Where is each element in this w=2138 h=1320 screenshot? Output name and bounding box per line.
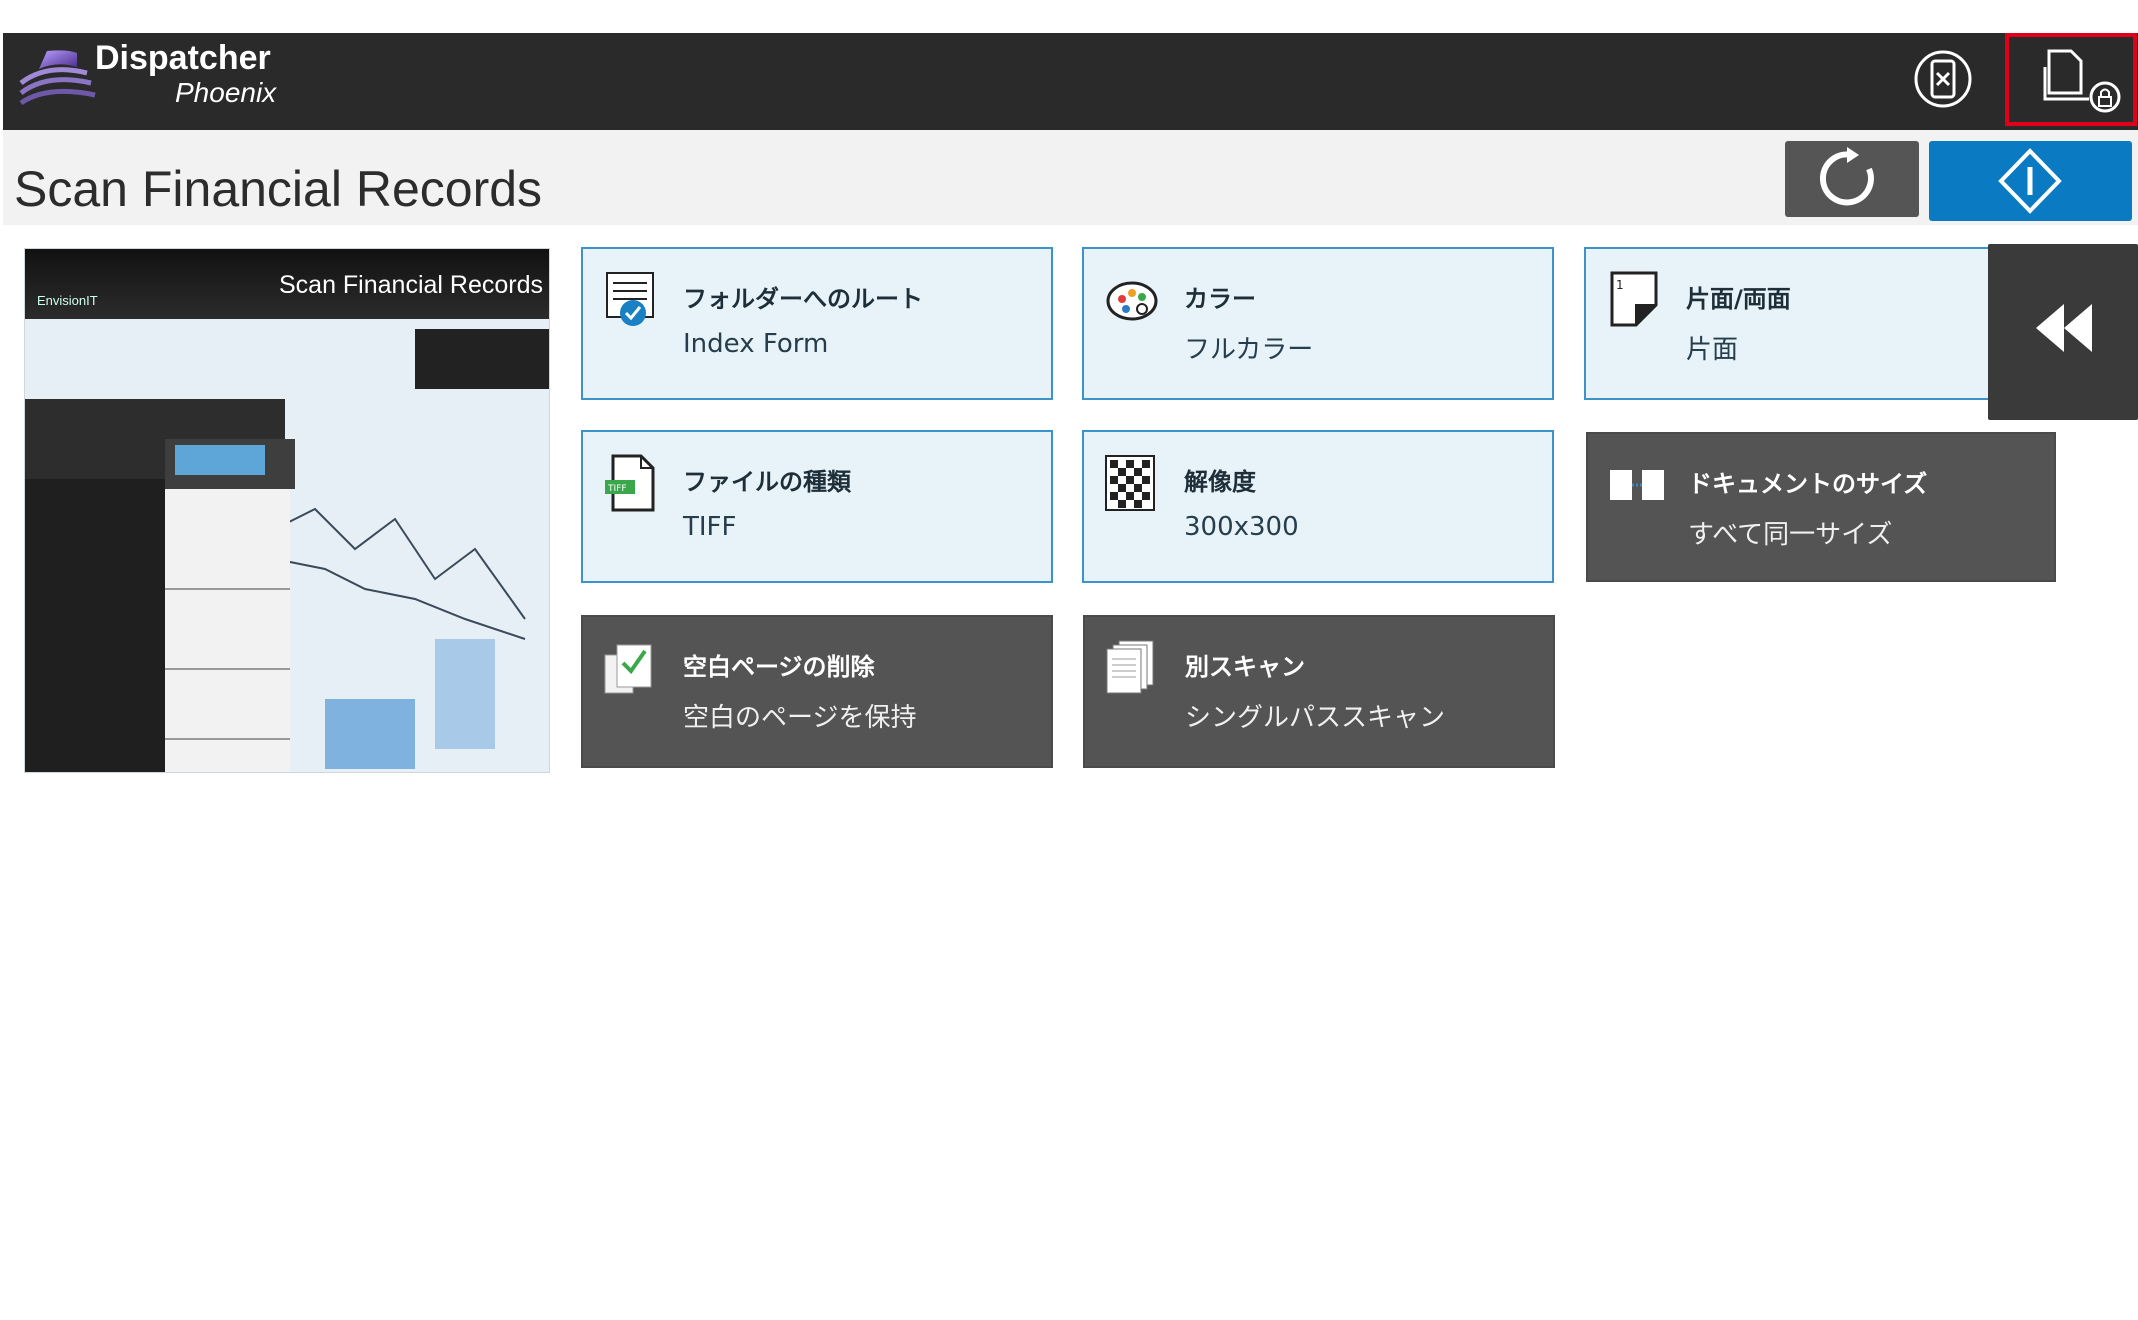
setting-value: 空白のページを保持	[683, 703, 917, 733]
page-title: Scan Financial Records	[14, 161, 543, 217]
mfp-printer-illustration	[25, 319, 549, 772]
workflow-preview-image: EnvisionIT Scan Financial Records	[24, 248, 550, 773]
setting-label: 解像度	[1184, 468, 1256, 496]
preview-brand: EnvisionIT	[37, 293, 98, 308]
tiff-file-icon: TIFF	[605, 454, 655, 512]
brand-subtitle: Phoenix	[175, 77, 277, 108]
double-chevron-left-icon	[2036, 304, 2092, 352]
setting-file-type[interactable]: TIFF ファイルの種類 TIFF	[581, 430, 1053, 583]
setting-document-size[interactable]: ドキュメントのサイズ すべて同一サイズ	[1586, 432, 2056, 582]
secure-print-button[interactable]	[2005, 33, 2137, 126]
title-bar: Scan Financial Records	[3, 130, 2138, 225]
document-size-icon	[1610, 470, 1664, 500]
preview-caption: Scan Financial Records	[278, 271, 543, 299]
setting-label: 片面/両面	[1686, 285, 1791, 313]
blank-page-check-icon	[604, 644, 652, 694]
setting-label: 別スキャン	[1185, 653, 1305, 681]
mobile-connect-button[interactable]	[1913, 49, 1973, 109]
app-header: Dispatcher Phoenix	[3, 33, 2138, 130]
brand-title: Dispatcher	[95, 39, 271, 77]
setting-value: TIFF	[683, 512, 737, 542]
simplex-page-icon: 1	[1610, 271, 1658, 327]
setting-label: フォルダーへのルート	[683, 285, 923, 313]
resolution-checker-icon	[1105, 455, 1155, 511]
palette-icon	[1106, 281, 1158, 321]
svg-text:1: 1	[1616, 278, 1624, 292]
reset-button[interactable]	[1785, 141, 1919, 217]
setting-blank-page-removal[interactable]: 空白ページの削除 空白のページを保持	[581, 615, 1053, 768]
mobile-phone-icon	[1914, 50, 1972, 108]
start-diamond-icon	[1998, 148, 2062, 214]
setting-label: ドキュメントのサイズ	[1688, 470, 1928, 498]
collapse-panel-button[interactable]	[1988, 244, 2138, 420]
reset-icon	[1819, 147, 1874, 206]
setting-label: ファイルの種類	[683, 468, 851, 496]
setting-value: すべて同一サイズ	[1688, 520, 1893, 550]
svg-text:TIFF: TIFF	[607, 484, 627, 494]
setting-label: 空白ページの削除	[683, 653, 875, 681]
setting-route-to-folder[interactable]: フォルダーへのルート Index Form	[581, 247, 1053, 400]
setting-value: Index Form	[683, 329, 829, 359]
dispatcher-logo-icon	[19, 50, 96, 106]
setting-resolution[interactable]: 解像度 300x300	[1082, 430, 1554, 583]
setting-value: シングルパススキャン	[1185, 703, 1446, 733]
index-form-icon	[606, 272, 654, 326]
secure-document-lock-icon	[2043, 49, 2121, 113]
setting-label: カラー	[1184, 285, 1256, 313]
setting-separate-scan[interactable]: 別スキャン シングルパススキャン	[1083, 615, 1555, 768]
setting-value: フルカラー	[1184, 335, 1314, 365]
setting-simplex-duplex[interactable]: 1 片面/両面 片面	[1584, 247, 2056, 400]
setting-value: 片面	[1686, 335, 1739, 365]
setting-color[interactable]: カラー フルカラー	[1082, 247, 1554, 400]
setting-value: 300x300	[1184, 512, 1299, 542]
start-button[interactable]	[1929, 141, 2132, 221]
separate-scan-icon	[1106, 640, 1154, 694]
